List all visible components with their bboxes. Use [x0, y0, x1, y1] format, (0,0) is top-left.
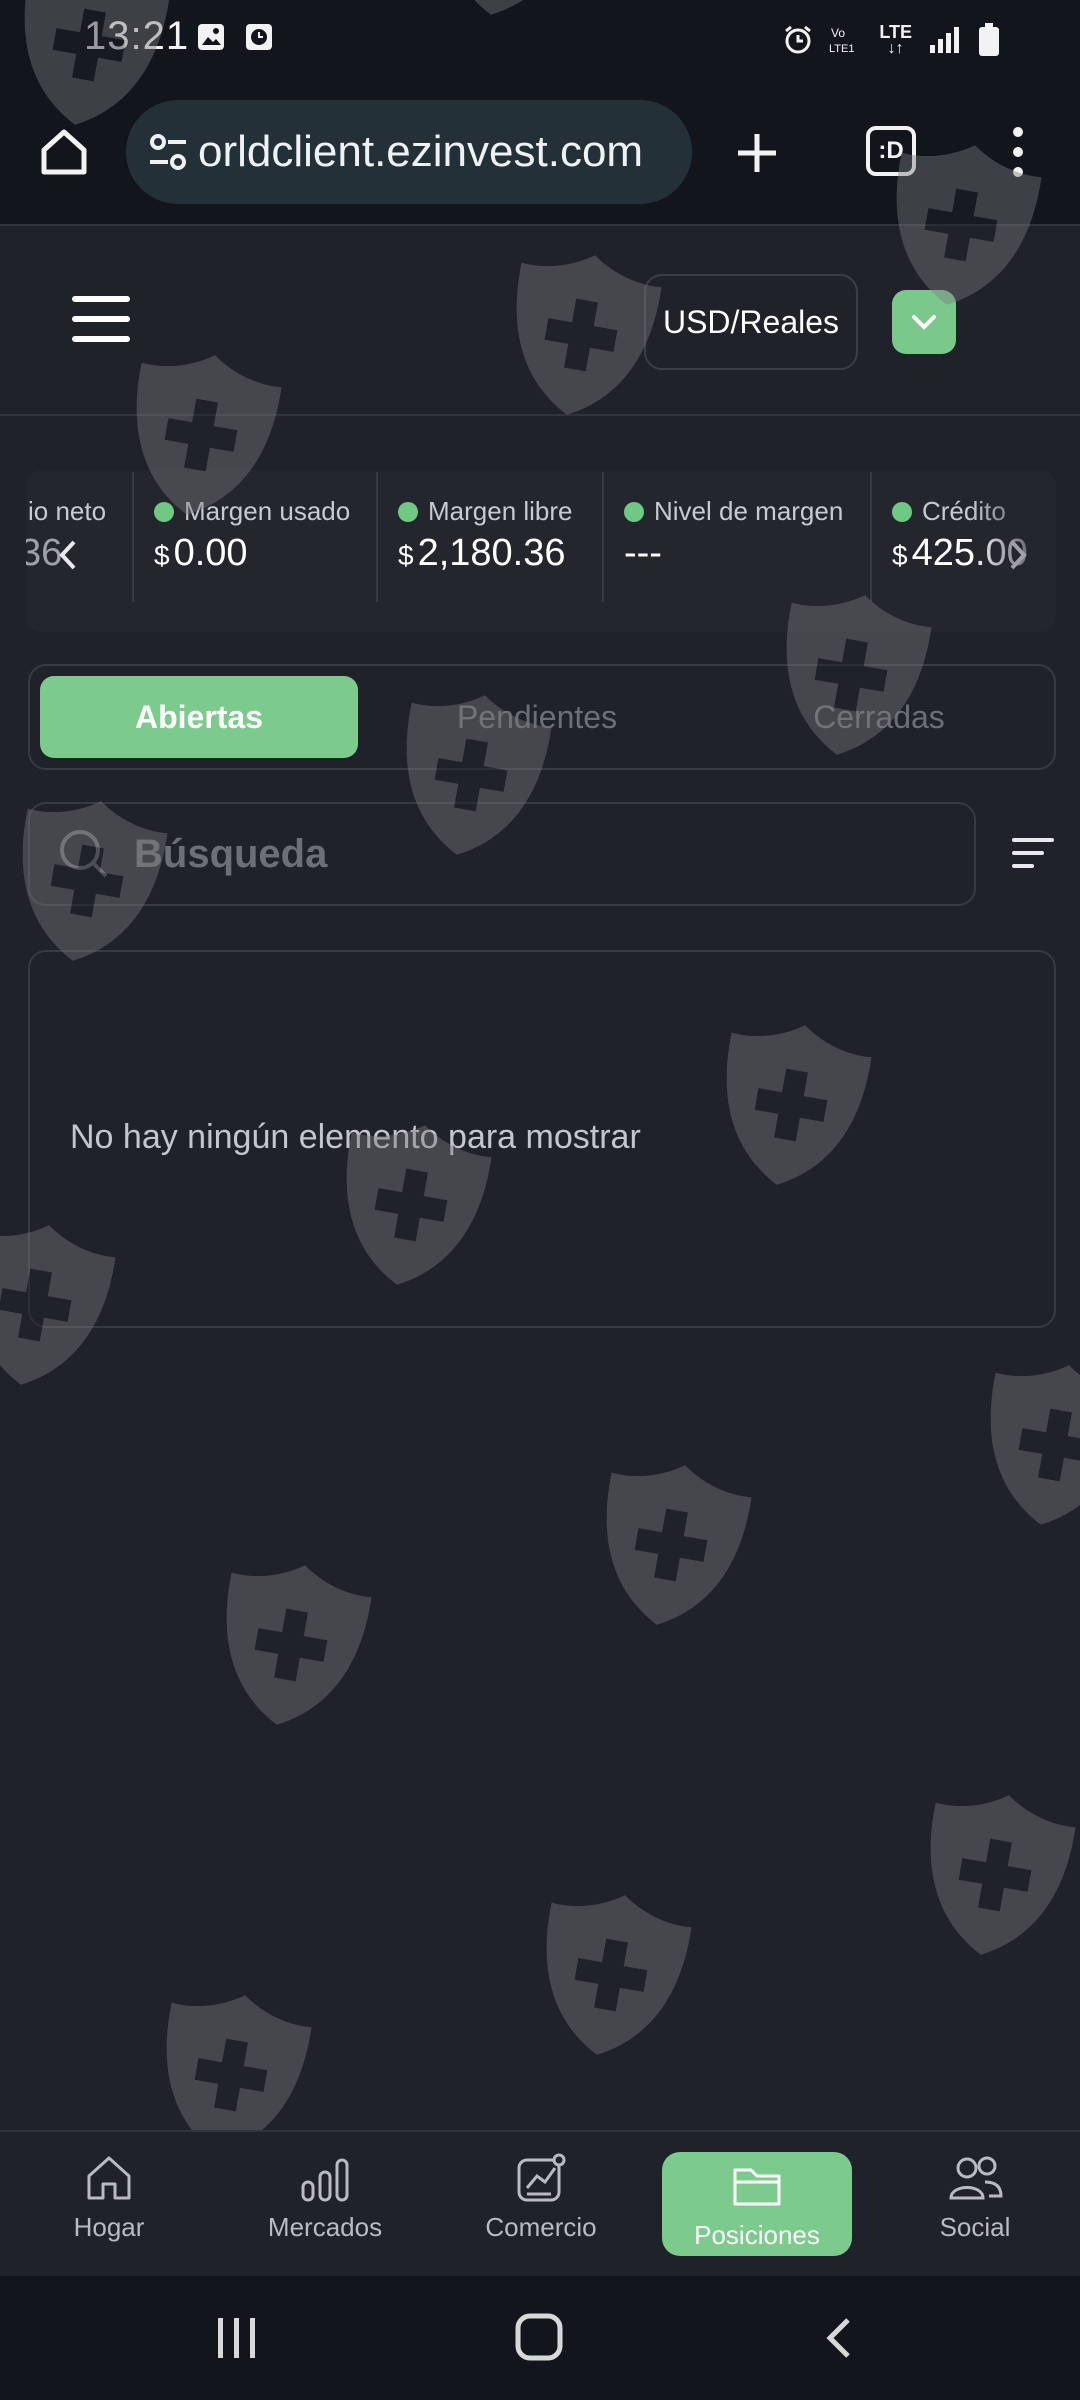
signal-icon [930, 27, 959, 53]
search-icon [60, 830, 108, 878]
stat-nivel-margen: Nivel de margen --- [624, 496, 844, 574]
account-stats-strip: io neto 36 Margen usado $0.00 Margen lib… [26, 470, 1056, 632]
system-navigation-bar [0, 2276, 1080, 2400]
empty-state-message: No hay ningún elemento para mostrar [70, 1118, 641, 1156]
search-box [28, 802, 976, 906]
clock-app-icon [246, 24, 272, 50]
battery-icon [979, 23, 999, 56]
account-dropdown-button[interactable] [892, 290, 956, 354]
recents-icon[interactable] [214, 2316, 260, 2360]
bottom-navigation: Hogar Mercados Comercio Posiciones Socia… [0, 2130, 1080, 2276]
status-bar: 13:21 Vo LTE1 LTE ↓↑ [0, 0, 1080, 80]
app-header: USD/Reales [0, 228, 1080, 416]
nav-comercio[interactable]: Comercio [446, 2152, 636, 2256]
network-type: LTE ↓↑ [879, 22, 912, 57]
tab-abiertas[interactable]: Abiertas [40, 676, 358, 758]
site-settings-icon[interactable] [146, 130, 190, 174]
nav-hogar[interactable]: Hogar [14, 2152, 204, 2256]
shield-watermark-icon [966, 1348, 1080, 1541]
svg-text:Vo: Vo [831, 26, 845, 40]
volte-icon: Vo LTE1 [829, 26, 854, 55]
new-tab-icon[interactable] [734, 130, 780, 176]
svg-text:LTE1: LTE1 [829, 43, 854, 55]
more-menu-icon[interactable] [1006, 124, 1030, 180]
shield-watermark-icon [906, 1778, 1080, 1971]
tab-cerradas[interactable]: Cerradas [720, 676, 1038, 758]
shield-watermark-icon [202, 1548, 379, 1741]
trade-icon [517, 2153, 566, 2202]
status-indicators: Vo LTE1 LTE ↓↑ [783, 20, 1000, 60]
browser-toolbar: orldclient.ezinvest.com :D [0, 80, 1080, 226]
stat-margen-usado: Margen usado $0.00 [154, 496, 351, 574]
home-button-icon[interactable] [514, 2312, 564, 2362]
hamburger-menu-icon[interactable] [72, 294, 130, 344]
sort-filter-icon[interactable] [1012, 836, 1056, 870]
shield-watermark-icon [522, 1878, 699, 2071]
gallery-icon [198, 24, 224, 50]
positions-list-panel: No hay ningún elemento para mostrar [28, 950, 1056, 1328]
folder-icon [733, 2168, 781, 2206]
shield-watermark-icon [582, 1448, 759, 1641]
url-text[interactable]: orldclient.ezinvest.com [198, 127, 643, 177]
back-icon[interactable] [822, 2316, 856, 2360]
account-selector[interactable]: USD/Reales [644, 274, 858, 370]
address-bar[interactable]: orldclient.ezinvest.com [126, 100, 692, 204]
status-time: 13:21 [84, 14, 190, 58]
markets-icon [301, 2158, 349, 2202]
positions-tabs: Abiertas Pendientes Cerradas [28, 664, 1056, 770]
home-icon[interactable] [38, 126, 90, 178]
nav-mercados[interactable]: Mercados [230, 2152, 420, 2256]
nav-posiciones[interactable]: Posiciones [662, 2152, 852, 2256]
tab-switcher-button[interactable]: :D [866, 126, 916, 176]
search-input[interactable] [134, 831, 914, 877]
scroll-left-icon[interactable] [56, 538, 80, 572]
chevron-down-icon [912, 315, 936, 330]
home-icon [87, 2156, 131, 2200]
scroll-right-icon[interactable] [1006, 538, 1030, 572]
tab-pendientes[interactable]: Pendientes [378, 676, 696, 758]
stat-margen-libre: Margen libre $2,180.36 [398, 496, 573, 574]
nav-social[interactable]: Social [880, 2152, 1070, 2256]
alarm-icon [785, 25, 812, 54]
people-icon [949, 2156, 1003, 2200]
